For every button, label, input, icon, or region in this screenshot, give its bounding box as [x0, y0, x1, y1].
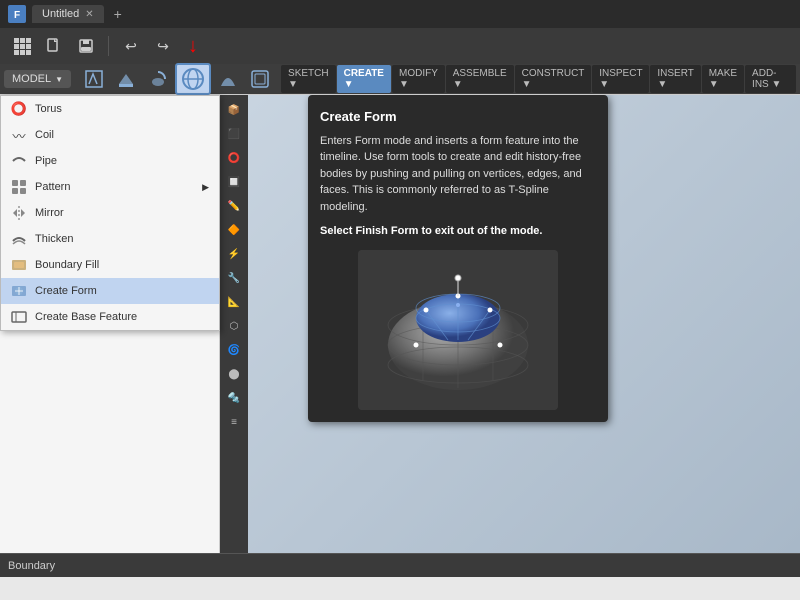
thicken-label: Thicken	[35, 233, 74, 245]
menu-item-thicken[interactable]: Thicken	[1, 226, 219, 252]
left-icon-9[interactable]: 📐	[223, 291, 245, 313]
app-icon: F	[8, 5, 26, 23]
coil-label: Coil	[35, 129, 54, 141]
menu-item-coil[interactable]: 〰 Coil	[1, 122, 219, 148]
left-icon-2[interactable]: ⬛	[223, 123, 245, 145]
mirror-label: Mirror	[35, 207, 64, 219]
model-label: MODEL	[12, 73, 51, 85]
popup-title: Create Form	[320, 107, 596, 127]
menu-item-mirror[interactable]: Mirror	[1, 200, 219, 226]
popup-finish-note: Select Finish Form to exit out of the mo…	[320, 223, 596, 240]
tab-addins[interactable]: ADD-INS ▼	[745, 65, 796, 93]
sketch-ribbon-btn[interactable]	[79, 66, 109, 92]
left-icon-7[interactable]: ⚡	[223, 243, 245, 265]
viewport: Create Form Enters Form mode and inserts…	[248, 95, 800, 553]
undo-button[interactable]: ↩	[117, 32, 145, 60]
create-form-ribbon-group: ↓	[175, 63, 211, 95]
thicken-icon	[11, 231, 27, 247]
close-tab-button[interactable]: ✕	[85, 9, 93, 20]
left-icon-10[interactable]: ⬡	[223, 315, 245, 337]
toolbar-separator	[108, 36, 109, 56]
document-tab[interactable]: Untitled ✕	[32, 5, 104, 23]
form-preview-svg	[358, 250, 558, 410]
save-button[interactable]	[72, 32, 100, 60]
tab-insert[interactable]: INSERT ▼	[650, 65, 700, 93]
tab-inspect[interactable]: INSPECT ▼	[592, 65, 649, 93]
redo-button[interactable]: ↪	[149, 32, 177, 60]
new-tab-button[interactable]: +	[108, 4, 128, 24]
left-icon-5[interactable]: ✏️	[223, 195, 245, 217]
shell-ribbon-btn[interactable]	[245, 66, 275, 92]
left-icon-12[interactable]: ⬤	[223, 363, 245, 385]
statusbar: Boundary	[0, 553, 800, 577]
left-icon-3[interactable]: ⭕	[223, 147, 245, 169]
tab-assemble[interactable]: ASSEMBLE ▼	[446, 65, 514, 93]
left-icon-1[interactable]: 📦	[223, 99, 245, 121]
form-preview-image	[358, 250, 558, 410]
grid-view-button[interactable]	[8, 32, 36, 60]
svg-text:F: F	[14, 10, 20, 21]
coil-icon: 〰	[11, 127, 27, 143]
pattern-icon	[11, 179, 27, 195]
form-ribbon-btn[interactable]	[175, 63, 211, 95]
create-base-icon	[11, 309, 27, 325]
left-icon-4[interactable]: 🔲	[223, 171, 245, 193]
popup-description: Enters Form mode and inserts a form feat…	[320, 133, 596, 216]
create-dropdown-menu: ⭕ Torus 〰 Coil Pipe P	[0, 95, 220, 331]
menu-item-boundary-fill[interactable]: Boundary Fill	[1, 252, 219, 278]
new-file-button[interactable]	[40, 32, 68, 60]
tab-modify[interactable]: MODIFY ▼	[392, 65, 445, 93]
menu-item-pipe[interactable]: Pipe	[1, 148, 219, 174]
create-form-tooltip: Create Form Enters Form mode and inserts…	[308, 95, 608, 422]
patch-ribbon-btn[interactable]	[213, 66, 243, 92]
red-arrow-top: ↓	[188, 35, 198, 58]
left-icon-panel: 📦 ⬛ ⭕ 🔲 ✏️ 🔶 ⚡ 🔧 📐 ⬡ 🌀 ⬤ 🔩 ≡	[220, 95, 248, 553]
ribbon: MODEL ▼	[0, 64, 800, 95]
menu-item-create-base[interactable]: Create Base Feature	[1, 304, 219, 330]
pattern-label: Pattern	[35, 181, 70, 193]
tab-construct[interactable]: CONSTRUCT ▼	[515, 65, 592, 93]
left-icon-11[interactable]: 🌀	[223, 339, 245, 361]
boundary-fill-icon	[11, 257, 27, 273]
document-tab-title: Untitled	[42, 8, 79, 20]
extrude-ribbon-btn[interactable]	[111, 66, 141, 92]
pipe-icon	[11, 153, 27, 169]
model-arrow: ▼	[55, 75, 63, 84]
create-form-icon	[11, 283, 27, 299]
tab-make[interactable]: MAKE ▼	[702, 65, 744, 93]
model-dropdown[interactable]: MODEL ▼	[4, 70, 71, 88]
torus-icon: ⭕	[11, 101, 27, 117]
torus-label: Torus	[35, 103, 62, 115]
menu-item-pattern[interactable]: Pattern ▶	[1, 174, 219, 200]
menu-item-torus[interactable]: ⭕ Torus	[1, 96, 219, 122]
revolve-ribbon-btn[interactable]	[143, 66, 173, 92]
left-icon-8[interactable]: 🔧	[223, 267, 245, 289]
boundary-label: Boundary	[8, 560, 55, 572]
mirror-icon	[11, 205, 27, 221]
left-icon-6[interactable]: 🔶	[223, 219, 245, 241]
boundary-fill-label: Boundary Fill	[35, 259, 99, 271]
left-icon-14[interactable]: ≡	[223, 411, 245, 433]
pattern-submenu-arrow: ▶	[202, 182, 209, 193]
pipe-label: Pipe	[35, 155, 57, 167]
left-icon-13[interactable]: 🔩	[223, 387, 245, 409]
quick-access-toolbar: ↩ ↪	[0, 28, 800, 64]
menu-item-create-form[interactable]: → Create Form	[1, 278, 219, 304]
tab-sketch[interactable]: SKETCH ▼	[281, 65, 336, 93]
tab-create[interactable]: CREATE ▼	[337, 65, 391, 93]
create-form-label: Create Form	[35, 285, 97, 297]
create-base-label: Create Base Feature	[35, 311, 137, 323]
titlebar: F Untitled ✕ +	[0, 0, 800, 28]
